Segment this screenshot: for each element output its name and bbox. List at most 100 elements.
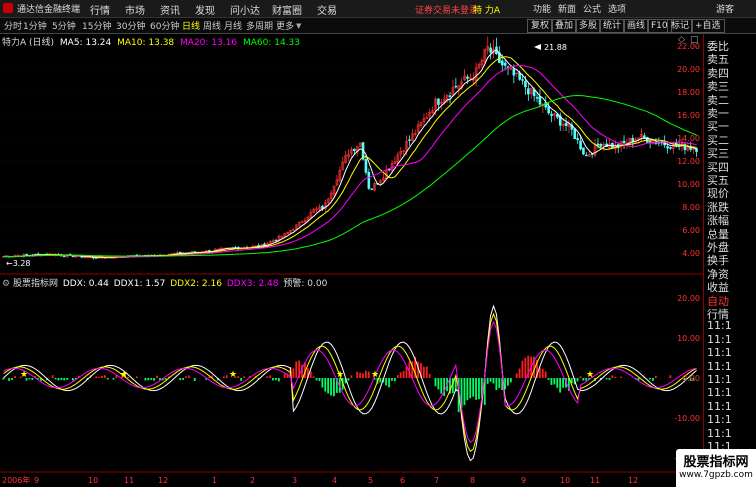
period-tick[interactable]: 分时 [4, 19, 22, 32]
date-tick-label: 2006年 [2, 475, 30, 485]
signal-star-icon: ★ [371, 370, 379, 380]
ddx-bar [324, 378, 327, 392]
period-multi[interactable]: 多周期 [246, 19, 273, 32]
menu-ask[interactable]: 问小达 [230, 2, 260, 17]
overlay-button[interactable]: 叠加 [551, 19, 578, 33]
ind-tick-label: -10.00 [674, 414, 700, 423]
add-watchlist-button[interactable]: +自选 [691, 19, 725, 33]
ddx-bar [356, 371, 359, 378]
candle-body [489, 47, 492, 53]
ddx-bar [402, 371, 405, 378]
ddx-bar [605, 378, 608, 380]
date-tick-label: 3 [292, 476, 297, 485]
ddx-bar [272, 378, 274, 381]
menu-options[interactable]: 选项 [608, 2, 626, 15]
period-60min[interactable]: 60分钟 [150, 19, 179, 32]
candle-body [538, 96, 542, 105]
candle-body [364, 159, 368, 173]
menu-quotes[interactable]: 行情 [90, 2, 110, 17]
ddx-bar [620, 376, 622, 378]
price-tick-label: 12.00 [677, 157, 700, 166]
candle-body [527, 88, 530, 95]
stock-title: 特 力A [473, 6, 501, 16]
ma10-line [3, 56, 697, 258]
period-30min[interactable]: 30分钟 [116, 19, 145, 32]
ddx-bar [309, 371, 312, 378]
candle-body [524, 81, 527, 88]
candlestick-series [2, 36, 698, 260]
period-1min[interactable]: 1分钟 [23, 19, 47, 32]
period-weekly[interactable]: 周线 [203, 19, 221, 32]
menu-trade[interactable]: 交易 [317, 2, 337, 17]
ma5-line [3, 49, 697, 259]
high-marker-icon [534, 44, 541, 50]
ddx-bar [135, 376, 138, 378]
side-panel-label: 11:1 [707, 399, 732, 413]
period-15min[interactable]: 15分钟 [82, 19, 111, 32]
candle-body [666, 146, 669, 149]
statistics-button[interactable]: 统计 [599, 19, 626, 33]
ddx1-line [3, 304, 697, 462]
period-monthly[interactable]: 月线 [224, 19, 242, 32]
signal-star-icon: ★ [229, 370, 237, 380]
candle-body [669, 147, 672, 149]
multi-stock-button[interactable]: 多股 [575, 19, 602, 33]
login-warning[interactable]: 证券交易未登录 [415, 3, 478, 16]
candle-body [466, 76, 469, 79]
menu-discover[interactable]: 发现 [195, 2, 215, 17]
candle-body [408, 139, 411, 141]
user-guest[interactable]: 游客 [716, 2, 734, 15]
settings-icon[interactable]: □ [690, 35, 699, 45]
candle-body [63, 255, 66, 258]
period-toolbar: 分时 1分钟 5分钟 15分钟 30分钟 60分钟 日线 周线 月线 多周期 更… [0, 18, 756, 34]
menu-news[interactable]: 资讯 [160, 2, 180, 17]
fuquan-button[interactable]: 复权 [527, 19, 554, 33]
low-price-label: ←3.28 [6, 259, 31, 268]
menu-new-face[interactable]: 新面 [558, 2, 576, 15]
indicator-gear-icon[interactable]: ⚙ [2, 279, 10, 289]
ddx-bar [147, 378, 150, 381]
mark-button[interactable]: 标记 [667, 19, 694, 33]
signal-star-icon: ★ [120, 370, 128, 380]
period-5min[interactable]: 5分钟 [52, 19, 76, 32]
date-tick-label: 11 [590, 476, 600, 485]
menu-market[interactable]: 市场 [125, 2, 145, 17]
ddx-bar [486, 378, 489, 384]
ddx-bar [327, 378, 330, 394]
draw-line-button[interactable]: 画线 [623, 19, 650, 33]
ma10-value: MA10: 13.38 [117, 38, 175, 48]
kline-chart[interactable]: ★ ★ ★ ★ ★ ★ 22.0020.0018.0016.0014.0012.0010.… [0, 34, 703, 487]
period-daily[interactable]: 日线 [182, 19, 200, 32]
main-info-line: 特力A (日线) MA5: 13.24 MA10: 13.38 MA20: 13… [2, 35, 300, 48]
ddx-bar [391, 378, 393, 381]
candle-body [274, 239, 278, 242]
price-tick-label: 8.00 [682, 203, 700, 212]
ddx-bar [509, 378, 512, 383]
ddx-bar [396, 375, 399, 378]
ddx-bar [507, 378, 509, 386]
more-chevron-icon[interactable]: ▼ [296, 22, 301, 30]
menu-function[interactable]: 功能 [533, 2, 551, 15]
ddx2-line [3, 312, 697, 453]
ddx3-line [3, 320, 697, 443]
ddx-bar [318, 378, 321, 382]
ind-tick-label: 20.00 [677, 294, 700, 303]
side-panel-label: 11:1 [707, 386, 732, 400]
ddx-bar [237, 376, 240, 378]
ddx-bar [63, 378, 66, 381]
ddx-bar [66, 378, 69, 380]
ddx-bar [405, 366, 408, 378]
ddx1-value: DDX1: 1.57 [113, 279, 166, 289]
ddx-bar [225, 375, 228, 378]
date-tick-label: 10 [88, 476, 98, 485]
ddx-bar [463, 378, 466, 406]
period-more[interactable]: 更多 [276, 19, 294, 32]
menu-formula[interactable]: 公式 [583, 2, 601, 15]
menu-wealth[interactable]: 财富圈 [272, 2, 302, 17]
ddx-bar [489, 378, 492, 382]
quote-side-panel[interactable]: 委比 卖五 卖四 卖三 卖二 卖一 买一 买二 买三 买四 买五 现价 涨跌 涨幅 总量 外盘 换手 净资 收益 自动… [703, 34, 756, 487]
ddx-bar [611, 375, 614, 378]
ddx-bar [243, 376, 245, 378]
ddx-bar [425, 366, 428, 378]
collapse-icon[interactable]: ◇ [678, 35, 685, 45]
